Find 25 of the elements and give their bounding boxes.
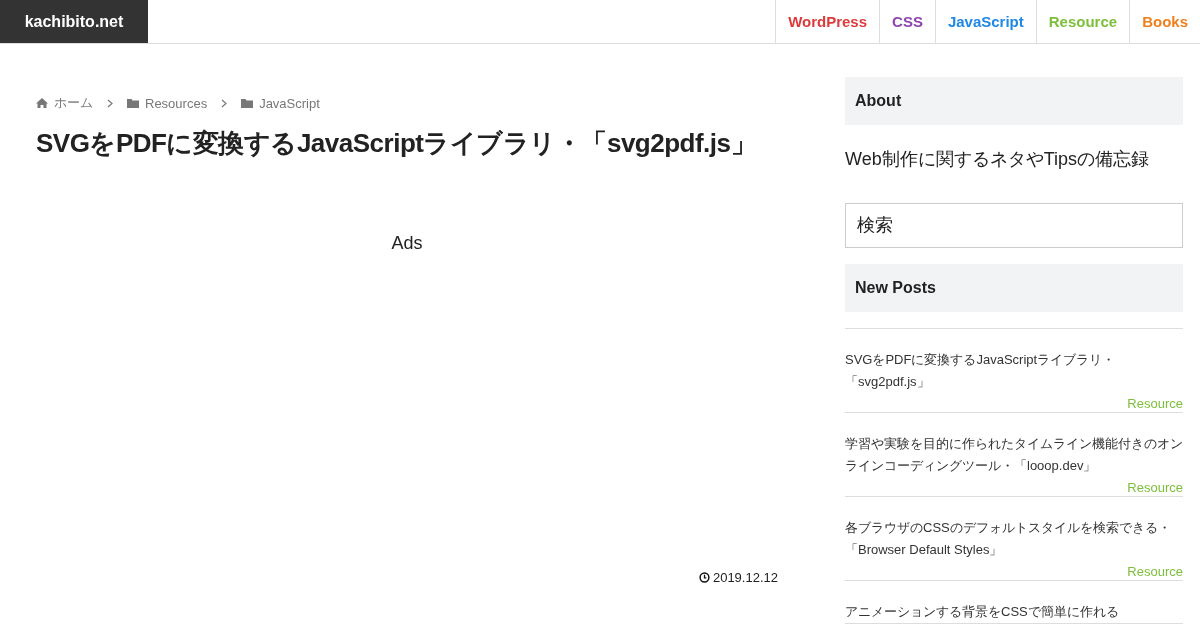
chevron-icon — [221, 98, 228, 108]
article-title: SVGをPDFに変換するJavaScriptライブラリ・「svg2pdf.js」 — [36, 127, 758, 160]
breadcrumb-link[interactable]: JavaScript — [259, 95, 320, 111]
post-link[interactable]: 各ブラウザのCSSのデフォルトスタイルを検索できる・「Browser Default Styles」 — [845, 517, 1183, 561]
breadcrumb-link[interactable]: Resources — [145, 95, 208, 111]
about-heading: About — [845, 77, 1183, 125]
about-text: Web制作に関するネタやTipsの備忘録 — [845, 148, 1151, 171]
post-link[interactable]: SVGをPDFに変換するJavaScriptライブラリ・「svg2pdf.js」 — [845, 349, 1183, 393]
post-link[interactable]: 学習や実験を目的に作られたタイムライン機能付きのオンラインコーディングツール・「looop.dev」 — [845, 433, 1183, 477]
folder-icon — [127, 97, 139, 109]
folder-icon — [241, 97, 254, 109]
post-link[interactable]: アニメーションする背景をCSSで簡単に作れる — [845, 601, 1183, 623]
ads-label: Ads — [391, 233, 423, 254]
post-date: 2019.12.12 — [712, 570, 778, 585]
search-field[interactable]: 検索 — [845, 203, 1183, 248]
new-posts-heading: New Posts — [845, 264, 1183, 312]
breadcrumb-link[interactable]: ホーム — [54, 94, 93, 112]
nav-link[interactable]: CSS — [879, 0, 935, 43]
site-logo[interactable]: kachibito.net — [0, 0, 148, 43]
chevron-icon — [107, 98, 113, 108]
clock-icon — [698, 572, 710, 583]
nav-link[interactable]: Books — [1129, 0, 1200, 43]
nav-link[interactable]: WordPress — [775, 0, 880, 43]
home-icon — [36, 97, 48, 109]
nav-link[interactable]: JavaScript — [934, 0, 1036, 43]
